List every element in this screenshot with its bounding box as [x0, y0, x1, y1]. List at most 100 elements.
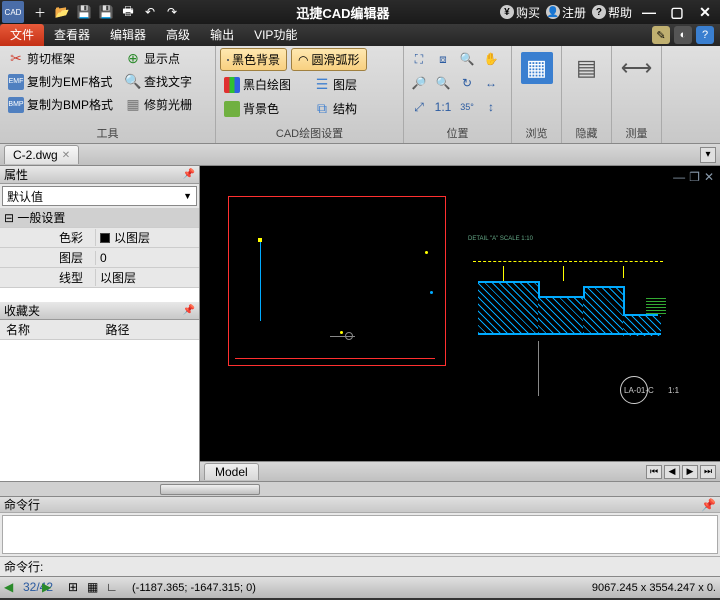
pin-icon[interactable]: 📌 — [183, 305, 195, 316]
section-general[interactable]: ⊟ 一般设置 — [0, 208, 199, 228]
document-tab[interactable]: C-2.dwg ✕ — [4, 145, 79, 164]
redo-icon[interactable]: ↷ — [162, 2, 182, 22]
quick-access-toolbar: ＋ 📂 💾 💾 🖶 ↶ ↷ — [26, 2, 186, 22]
zoom-in-icon[interactable]: 🔍 — [456, 48, 478, 70]
zoom-scale-icon[interactable]: 1:1 — [432, 96, 454, 118]
fav-col-name: 名称 — [0, 320, 100, 339]
default-value-combo[interactable]: 默认值▼ — [2, 186, 197, 206]
page-prev-icon[interactable]: ◀ — [4, 580, 20, 596]
toggle-icon[interactable]: ◐ — [674, 26, 692, 44]
menu-vip[interactable]: VIP功能 — [244, 24, 307, 46]
zoom-selection-icon[interactable]: ⧈ — [432, 48, 454, 70]
tab-first-icon[interactable]: ⏮ — [646, 465, 662, 479]
favorites-panel: 收藏夹📌 名称路径 — [0, 302, 199, 481]
close-button[interactable]: ✕ — [694, 3, 716, 21]
status-nav-icons: ◀ 32/42 ▶ — [4, 580, 58, 596]
tab-prev-icon[interactable]: ◀ — [664, 465, 680, 479]
fit-height-icon[interactable]: ↕ — [480, 96, 502, 118]
menu-editor[interactable]: 编辑器 — [100, 24, 156, 46]
clip-frame-button[interactable]: ✂剪切框架 — [4, 48, 117, 69]
bw-icon — [224, 77, 240, 93]
copy-bmp-button[interactable]: BMP复制为BMP格式 — [4, 94, 117, 115]
tree-icon: ⧉ — [314, 101, 330, 117]
save-all-icon[interactable]: 💾 — [96, 2, 116, 22]
bgcolor-button[interactable]: 背景色 — [220, 98, 306, 119]
angle-icon[interactable]: 35° — [456, 96, 478, 118]
user-icon: 👤 — [546, 5, 560, 19]
zoom-icon[interactable]: 🔎 — [408, 72, 430, 94]
tab-last-icon[interactable]: ⏭ — [700, 465, 716, 479]
page-next-icon[interactable]: ▶ — [42, 580, 58, 596]
expand-tabs-icon[interactable]: ▾ — [700, 147, 716, 163]
ruler-icon: ⟷ — [621, 52, 653, 84]
fit-width-icon[interactable]: ↔ — [480, 72, 502, 94]
drawing-line — [260, 241, 261, 321]
command-title: 命令行 — [4, 496, 40, 513]
menu-output[interactable]: 输出 — [200, 24, 244, 46]
extents-readout: 9067.245 x 3554.247 x 0. — [592, 582, 716, 594]
tab-next-icon[interactable]: ▶ — [682, 465, 698, 479]
scrollbar-thumb[interactable] — [160, 484, 260, 495]
group-label-hide: 隐藏 — [566, 124, 607, 141]
menu-file[interactable]: 文件 — [0, 24, 44, 46]
ribbon: ✂剪切框架 EMF复制为EMF格式 BMP复制为BMP格式 ⊕显示点 🔍查找文字… — [0, 46, 720, 144]
zoom-out-icon[interactable]: 🔍 — [432, 72, 454, 94]
prop-row-linetype[interactable]: 线型以图层 — [0, 268, 199, 288]
search-icon: 🔍 — [125, 74, 141, 90]
zoom-extents-icon[interactable]: ⤢ — [408, 96, 430, 118]
drawing-canvas[interactable]: — ❐ ✕ DETAIL "A" SCALE 1:10 — [200, 166, 720, 461]
undo-icon[interactable]: ↶ — [140, 2, 160, 22]
minimize-button[interactable]: — — [638, 3, 660, 21]
black-bg-toggle[interactable]: 黑色背景 — [220, 48, 287, 71]
ortho-icon[interactable]: ∟ — [106, 580, 122, 596]
canvas-close-icon[interactable]: ✕ — [704, 170, 714, 184]
properties-panel: 属性📌 默认值▼ ⊟ 一般设置 色彩以图层 图层0 线型以图层 收藏夹📌 名称路… — [0, 166, 200, 481]
buy-link[interactable]: ¥购买 — [500, 4, 540, 21]
pin-icon[interactable]: 📌 — [701, 498, 716, 512]
maximize-button[interactable]: ▢ — [666, 3, 688, 21]
snap-icon[interactable]: ⊞ — [68, 580, 84, 596]
open-icon[interactable]: 📂 — [52, 2, 72, 22]
status-bar: ◀ 32/42 ▶ ⊞ ▦ ∟ (-1187.365; -1647.315; 0… — [0, 576, 720, 598]
color-swatch-icon — [100, 233, 110, 243]
grid-toggle-icon[interactable]: ▦ — [87, 580, 103, 596]
bw-draw-button[interactable]: 黑白绘图 — [220, 74, 306, 95]
prop-row-color[interactable]: 色彩以图层 — [0, 228, 199, 248]
help-link[interactable]: ?帮助 — [592, 4, 632, 21]
layout-tabs: Model ⏮ ◀ ▶ ⏭ — [200, 461, 720, 481]
trim-raster-button[interactable]: ▦修剪光栅 — [121, 94, 196, 115]
structure-button[interactable]: ⧉结构 — [310, 98, 390, 119]
browse-button[interactable]: ▦ — [516, 48, 557, 124]
rotate-icon[interactable]: ↻ — [456, 72, 478, 94]
command-log[interactable] — [2, 515, 718, 554]
register-link[interactable]: 👤注册 — [546, 4, 586, 21]
canvas-minimize-icon[interactable]: — — [673, 170, 685, 184]
copy-emf-button[interactable]: EMF复制为EMF格式 — [4, 71, 117, 92]
smooth-arc-toggle[interactable]: ◠圆滑弧形 — [291, 48, 367, 71]
help-icon[interactable]: ? — [696, 26, 714, 44]
menu-advanced[interactable]: 高级 — [156, 24, 200, 46]
pin-icon[interactable]: 📌 — [183, 169, 195, 180]
print-icon[interactable]: 🖶 — [118, 2, 138, 22]
horizontal-scrollbar[interactable] — [0, 481, 720, 496]
group-label-measure: 测量 — [616, 124, 657, 141]
show-points-button[interactable]: ⊕显示点 — [121, 48, 196, 69]
measure-button[interactable]: ⟷ — [616, 48, 657, 124]
close-tab-icon[interactable]: ✕ — [62, 150, 70, 161]
layer-button[interactable]: ☰图层 — [310, 74, 390, 95]
command-input[interactable] — [47, 560, 716, 574]
save-icon[interactable]: 💾 — [74, 2, 94, 22]
model-tab[interactable]: Model — [204, 463, 259, 480]
hide-button[interactable]: ▤ — [566, 48, 607, 124]
arc-icon: ◠ — [298, 53, 308, 67]
find-text-button[interactable]: 🔍查找文字 — [121, 71, 196, 92]
new-icon[interactable]: ＋ — [30, 2, 50, 22]
points-icon: ⊕ — [125, 51, 141, 67]
style-icon[interactable]: ✎ — [652, 26, 670, 44]
zoom-window-icon[interactable]: ⛶ — [408, 48, 430, 70]
canvas-restore-icon[interactable]: ❐ — [689, 170, 700, 184]
prop-row-layer[interactable]: 图层0 — [0, 248, 199, 268]
favorites-list[interactable] — [0, 340, 199, 481]
menu-viewer[interactable]: 查看器 — [44, 24, 100, 46]
pan-icon[interactable]: ✋ — [480, 48, 502, 70]
